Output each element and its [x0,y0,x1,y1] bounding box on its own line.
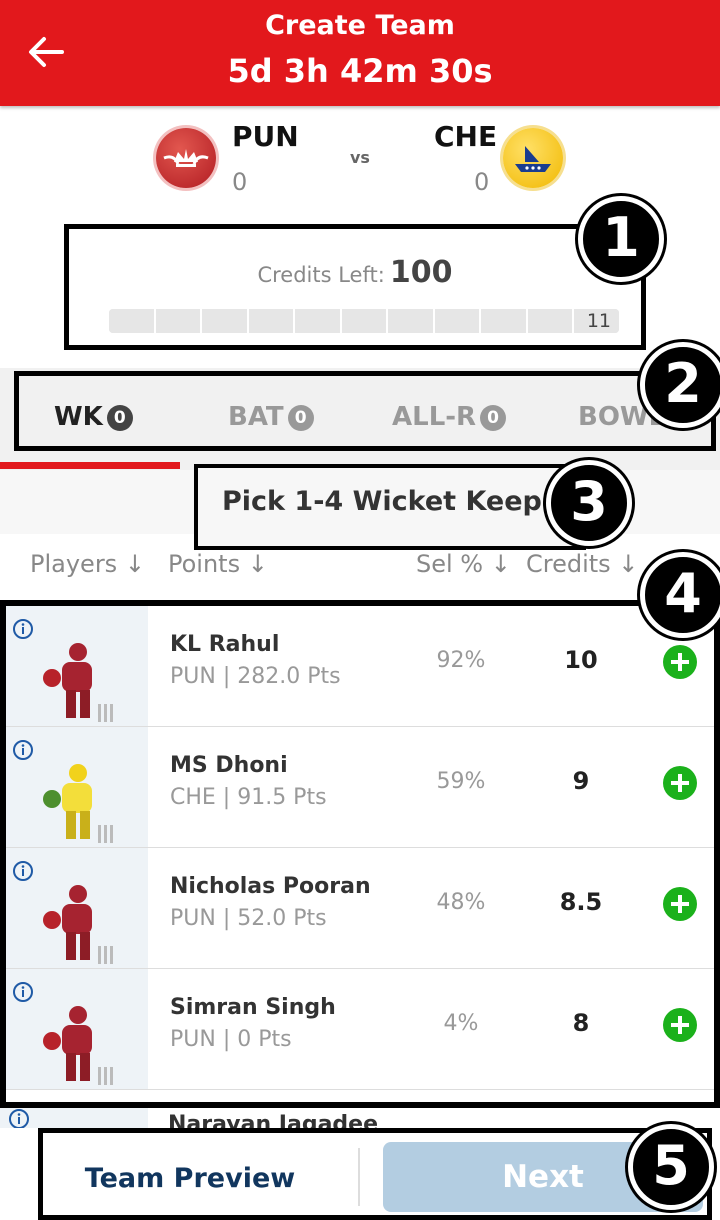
player-row[interactable]: KL Rahul PUN | 282.0 Pts 92% 10 [6,606,714,727]
add-player-icon[interactable] [662,765,698,801]
player-team-points: CHE | 91.5 Pts [170,785,327,810]
player-credits: 9 [572,767,590,795]
vs-label: vs [350,148,370,167]
countdown-timer: 5d 3h 42m 30s [227,52,493,90]
info-icon[interactable] [12,981,34,1003]
info-icon[interactable] [12,860,34,882]
player-sel-percent: 59% [436,769,486,794]
bar-segment [481,309,528,333]
wicketkeeper-avatar-icon [43,643,113,722]
player-row-partial[interactable]: Narayan Jagadee [0,1108,720,1130]
wicketkeeper-avatar-icon [43,885,113,964]
credits-left-label: Credits Left: [257,263,385,287]
player-credits: 10 [564,646,598,674]
sort-sel-percent[interactable]: Sel % ↓ [416,550,511,578]
sort-points[interactable]: Points ↓ [168,550,268,578]
team2-score: 0 [474,168,490,196]
sort-players[interactable]: Players ↓ [30,550,145,578]
callout-2: 2 [640,342,720,428]
add-player-icon[interactable] [662,644,698,680]
team-logo-pun [156,128,216,188]
player-credits: 8.5 [559,888,603,916]
player-sel-percent: 4% [443,1011,479,1036]
bottom-divider [358,1148,360,1206]
player-credits: 8 [572,1009,590,1037]
bar-segment [248,309,296,333]
tab-all-r-count: 0 [480,404,507,431]
bar-segment [155,309,203,333]
player-name: KL Rahul [170,632,280,657]
tab-all-r-label: ALL-R [392,402,477,432]
callout-4: 4 [640,552,720,638]
tab-all-r[interactable]: ALL-R 0 [392,402,507,432]
player-list: KL Rahul PUN | 282.0 Pts 92% 10 MS Dhoni… [0,600,720,1108]
team-preview-button[interactable]: Team Preview [50,1150,330,1208]
sort-credits[interactable]: Credits ↓ [526,550,638,578]
active-tab-indicator [0,462,180,469]
bar-segment [295,309,342,333]
credits-left-value: 100 [389,255,453,290]
tab-bat-label: BAT [228,402,284,432]
team1-score: 0 [232,168,248,196]
tab-wk-count: 0 [106,404,133,431]
player-team-points: PUN | 52.0 Pts [170,906,327,931]
player-count-bar: 11 [109,309,619,333]
ship-icon [515,146,551,172]
add-player-icon[interactable] [662,1007,698,1043]
instruction-box: Pick 1-4 Wicket Keeper [194,464,586,550]
player-row[interactable]: MS Dhoni CHE | 91.5 Pts 59% 9 [6,727,714,848]
team2-code: CHE [434,120,498,153]
wicketkeeper-avatar-icon [43,1006,113,1085]
bar-segment-last: 11 [574,309,619,333]
tab-bat[interactable]: BAT 0 [228,402,314,432]
player-row[interactable]: Nicholas Pooran PUN | 52.0 Pts 48% 8.5 [6,848,714,969]
bar-segment [109,309,156,333]
player-sel-percent: 92% [436,648,486,673]
bar-segment [527,309,575,333]
bar-segment [341,309,389,333]
app-header: Create Team 5d 3h 42m 30s [0,0,720,106]
bar-segment [434,309,482,333]
wicketkeeper-avatar-icon [43,764,113,843]
team-logo-che [503,128,563,188]
player-sel-percent: 48% [436,890,486,915]
tab-wk-label: WK [54,402,103,432]
player-name: MS Dhoni [170,753,288,778]
player-name: Nicholas Pooran [170,874,371,899]
player-row[interactable]: Simran Singh PUN | 0 Pts 4% 8 [6,969,714,1090]
instruction-text: Pick 1-4 Wicket Keeper [222,486,574,517]
player-name: Simran Singh [170,995,336,1020]
tab-wk[interactable]: WK 0 [54,402,133,432]
player-team-points: PUN | 0 Pts [170,1027,292,1052]
info-icon[interactable] [12,739,34,761]
callout-1: 1 [578,196,664,282]
player-team-points: PUN | 282.0 Pts [170,664,341,689]
team1-code: PUN [232,120,299,153]
callout-3: 3 [546,460,632,546]
bar-segment [202,309,249,333]
credits-panel: Credits Left: 100 11 [64,224,646,350]
crown-icon [163,149,209,167]
tab-bat-count: 0 [287,404,314,431]
info-icon[interactable] [8,1108,30,1130]
bar-segment [388,309,435,333]
callout-5: 5 [628,1124,714,1210]
info-icon[interactable] [12,618,34,640]
add-player-icon[interactable] [662,886,698,922]
page-title: Create Team [265,10,455,41]
